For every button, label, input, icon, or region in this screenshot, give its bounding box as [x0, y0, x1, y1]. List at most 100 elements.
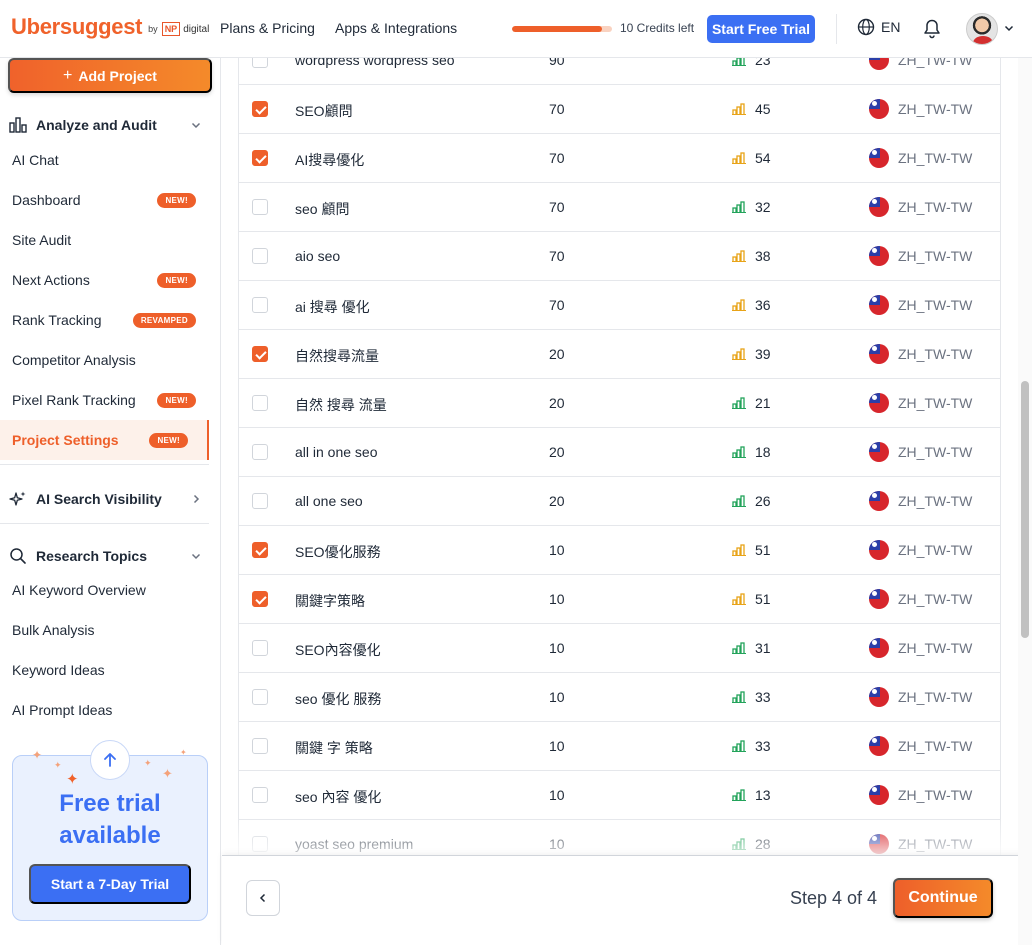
analyze-audit-section-header[interactable]: Analyze and Audit	[8, 116, 202, 134]
research-topics-section-header[interactable]: Research Topics	[8, 547, 202, 565]
add-project-button[interactable]: + Add Project	[8, 58, 212, 93]
nav-apps-integrations[interactable]: Apps & Integrations	[335, 20, 457, 36]
table-row[interactable]: aio seo 70 38 ZH_TW-TW	[239, 232, 1000, 281]
location-cell: ZH_TW-TW	[898, 787, 973, 803]
keyword-cell: aio seo	[295, 248, 341, 264]
keyword-cell: seo 顧問	[295, 201, 350, 217]
keyword-checkbox[interactable]	[252, 689, 268, 705]
location-cell: ZH_TW-TW	[898, 493, 973, 509]
difficulty-bars-icon	[732, 544, 746, 556]
ai-search-visibility-section-header[interactable]: AI Search Visibility	[8, 490, 202, 508]
keyword-cell: ai 搜尋 優化	[295, 299, 370, 315]
back-button[interactable]	[246, 880, 280, 916]
keyword-checkbox[interactable]	[252, 787, 268, 803]
keyword-checkbox[interactable]	[252, 346, 268, 362]
sidebar-item-dashboard[interactable]: Dashboard NEW!	[12, 190, 202, 210]
sidebar-item-project-settings[interactable]: Project Settings NEW!	[12, 430, 202, 450]
table-row[interactable]: all in one seo 20 18 ZH_TW-TW	[239, 428, 1000, 477]
search-volume-cell: 10	[549, 836, 565, 852]
keyword-cell: seo 優化 服務	[295, 691, 382, 707]
keyword-checkbox[interactable]	[252, 738, 268, 754]
keyword-checkbox[interactable]	[252, 248, 268, 264]
scrollbar-thumb[interactable]	[1021, 381, 1029, 638]
keyword-checkbox[interactable]	[252, 542, 268, 558]
table-row[interactable]: SEO顧問 70 45 ZH_TW-TW	[239, 85, 1000, 134]
new-badge: NEW!	[157, 272, 196, 288]
table-row[interactable]: seo 優化 服務 10 33 ZH_TW-TW	[239, 673, 1000, 722]
bar-chart-icon	[8, 116, 28, 134]
keyword-checkbox[interactable]	[252, 199, 268, 215]
sidebar-item-label: AI Prompt Ideas	[12, 702, 113, 718]
location-cell: ZH_TW-TW	[898, 444, 973, 460]
difficulty-bars-icon	[732, 838, 746, 850]
keyword-checkbox[interactable]	[252, 591, 268, 607]
keyword-checkbox[interactable]	[252, 836, 268, 852]
start-free-trial-button[interactable]: Start Free Trial	[707, 15, 815, 43]
ubersuggest-logo[interactable]: Ubersuggest by NP digital	[11, 14, 209, 40]
search-volume-cell: 10	[549, 591, 565, 607]
table-row[interactable]: 關鍵字策略 10 51 ZH_TW-TW	[239, 575, 1000, 624]
keyword-checkbox[interactable]	[252, 395, 268, 411]
table-row[interactable]: all one seo 20 26 ZH_TW-TW	[239, 477, 1000, 526]
keyword-cell: 自然 搜尋 流量	[295, 397, 387, 413]
sidebar-item-competitor-analysis[interactable]: Competitor Analysis	[12, 350, 202, 370]
start-7-day-trial-button[interactable]: Start a 7-Day Trial	[29, 864, 191, 904]
table-row[interactable]: 自然 搜尋 流量 20 21 ZH_TW-TW	[239, 379, 1000, 428]
sidebar-item-bulk-analysis[interactable]: Bulk Analysis	[12, 620, 202, 640]
search-volume-cell: 20	[549, 395, 565, 411]
table-row[interactable]: 關鍵 字 策略 10 33 ZH_TW-TW	[239, 722, 1000, 771]
table-row[interactable]: yoast seo premium 10 28 ZH_TW-TW	[239, 820, 1000, 855]
sidebar-item-pixel-rank-tracking[interactable]: Pixel Rank Tracking NEW!	[12, 390, 202, 410]
seo-difficulty-cell: 38	[755, 248, 771, 264]
table-row[interactable]: seo 內容 優化 10 13 ZH_TW-TW	[239, 771, 1000, 820]
keyword-checkbox[interactable]	[252, 444, 268, 460]
sidebar-item-label: Keyword Ideas	[12, 662, 105, 678]
sparkle-icon: ✦	[162, 766, 173, 781]
user-avatar[interactable]	[966, 13, 998, 45]
language-selector[interactable]: EN	[857, 18, 900, 36]
notification-bell-icon[interactable]	[922, 18, 942, 40]
search-volume-cell: 70	[549, 101, 565, 117]
chevron-left-icon	[259, 893, 266, 903]
difficulty-bars-icon	[732, 789, 746, 801]
keyword-checkbox[interactable]	[252, 101, 268, 117]
sidebar-item-ai-chat[interactable]: AI Chat	[12, 150, 202, 170]
keyword-checkbox[interactable]	[252, 58, 268, 68]
keyword-cell: SEO內容優化	[295, 642, 381, 658]
keyword-checkbox[interactable]	[252, 150, 268, 166]
sidebar-item-rank-tracking[interactable]: Rank Tracking REVAMPED	[12, 310, 202, 330]
chevron-down-icon	[191, 553, 201, 560]
seo-difficulty-cell: 33	[755, 738, 771, 754]
keyword-checkbox[interactable]	[252, 493, 268, 509]
difficulty-bars-icon	[732, 58, 746, 66]
sparkle-icon: ✦	[66, 771, 79, 788]
location-cell: ZH_TW-TW	[898, 297, 973, 313]
table-row[interactable]: SEO內容優化 10 31 ZH_TW-TW	[239, 624, 1000, 673]
nav-plans-pricing[interactable]: Plans & Pricing	[220, 20, 315, 36]
sidebar-item-ai-prompt-ideas[interactable]: AI Prompt Ideas	[12, 700, 202, 720]
table-row[interactable]: wordpress wordpress seo 90 23 ZH_TW-TW	[239, 58, 1000, 85]
sidebar-item-site-audit[interactable]: Site Audit	[12, 230, 202, 250]
sidebar-item-ai-keyword-overview[interactable]: AI Keyword Overview	[12, 580, 202, 600]
chevron-down-icon[interactable]	[1003, 22, 1015, 34]
sidebar-item-label: Bulk Analysis	[12, 622, 95, 638]
table-row[interactable]: seo 顧問 70 32 ZH_TW-TW	[239, 183, 1000, 232]
sidebar-item-label: Dashboard	[12, 192, 81, 208]
taiwan-flag-icon	[869, 148, 889, 168]
table-row[interactable]: AI搜尋優化 70 54 ZH_TW-TW	[239, 134, 1000, 183]
continue-button[interactable]: Continue	[893, 878, 993, 918]
sidebar-item-next-actions[interactable]: Next Actions NEW!	[12, 270, 202, 290]
table-row[interactable]: 自然搜尋流量 20 39 ZH_TW-TW	[239, 330, 1000, 379]
keyword-checkbox[interactable]	[252, 297, 268, 313]
table-row[interactable]: SEO優化服務 10 51 ZH_TW-TW	[239, 526, 1000, 575]
search-volume-cell: 70	[549, 199, 565, 215]
keyword-checkbox[interactable]	[252, 640, 268, 656]
keyword-cell: yoast seo premium	[295, 836, 414, 852]
taiwan-flag-icon	[869, 736, 889, 756]
credits-left-text: 10 Credits left	[620, 21, 695, 35]
table-row[interactable]: ai 搜尋 優化 70 36 ZH_TW-TW	[239, 281, 1000, 330]
sidebar-item-keyword-ideas[interactable]: Keyword Ideas	[12, 660, 202, 680]
language-label: EN	[881, 19, 901, 35]
logo-by: by	[148, 24, 158, 34]
chevron-right-icon	[193, 494, 200, 504]
